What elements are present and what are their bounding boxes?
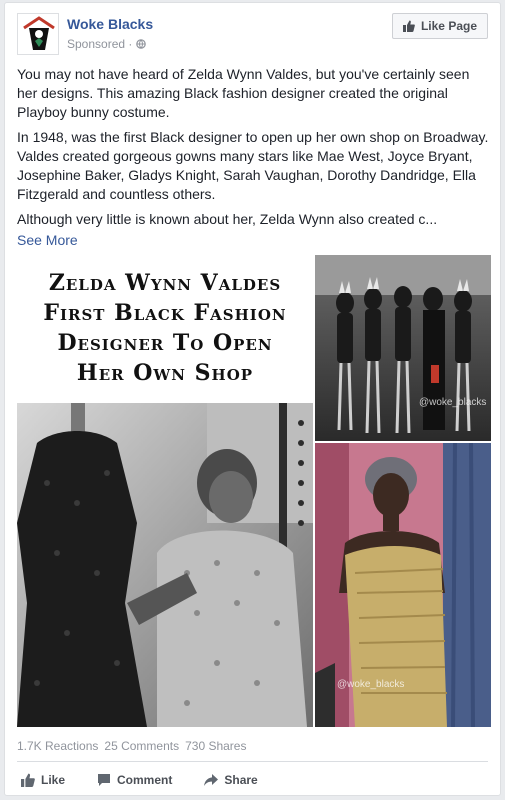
post-text: You may not have heard of Zelda Wynn Val…: [17, 65, 491, 250]
post-paragraph: You may not have heard of Zelda Wynn Val…: [17, 66, 470, 120]
group-photo: @woke_blacks: [315, 255, 491, 441]
gown-photo: @woke_blacks: [315, 443, 491, 727]
like-page-button[interactable]: Like Page: [391, 13, 488, 39]
headline-line: Zelda Wynn Valdes: [48, 270, 282, 296]
thumbs-up-icon: [402, 20, 415, 32]
designer-photo: [17, 403, 313, 727]
share-button[interactable]: Share: [200, 773, 261, 787]
divider: [17, 761, 488, 762]
reactions-count[interactable]: 1.7K Reactions: [17, 739, 98, 753]
sponsored-label: Sponsored ·: [67, 37, 133, 51]
sponsored-post-card: Woke Blacks Sponsored · Like Page You ma…: [4, 2, 501, 796]
woke-blacks-logo: [18, 14, 58, 54]
page-name-link[interactable]: Woke Blacks: [67, 16, 153, 32]
engagement-stats: 1.7K Reactions 25 Comments 730 Shares: [17, 739, 246, 753]
post-image[interactable]: Zelda Wynn Valdes First Black Fashion De…: [17, 255, 491, 727]
comment-button[interactable]: Comment: [93, 773, 176, 787]
post-paragraph: Although very little is known about her,…: [17, 211, 438, 227]
like-label: Like: [41, 773, 66, 787]
see-more-link[interactable]: See More: [17, 231, 491, 250]
globe-icon[interactable]: [136, 39, 147, 49]
like-page-label: Like Page: [420, 19, 477, 33]
thumbs-up-icon: [21, 773, 35, 787]
image-watermark: @woke_blacks: [419, 397, 487, 408]
headline-line: Designer To Open: [57, 330, 273, 356]
image-watermark: @woke_blacks: [337, 679, 405, 690]
post-actions: Like Comment Share: [17, 767, 488, 793]
post-paragraph: In 1948, was the first Black designer to…: [17, 129, 489, 202]
headline-line: Her Own Shop: [76, 360, 254, 386]
page-avatar[interactable]: [17, 13, 59, 55]
image-headline: Zelda Wynn Valdes First Black Fashion De…: [17, 255, 313, 401]
speech-bubble-icon: [98, 774, 111, 786]
headline-line: First Black Fashion: [43, 300, 287, 326]
share-label: Share: [224, 773, 258, 787]
like-button[interactable]: Like: [17, 773, 69, 787]
shares-count[interactable]: 730 Shares: [185, 739, 246, 753]
comment-label: Comment: [117, 773, 173, 787]
share-arrow-icon: [204, 774, 219, 786]
post-header: Woke Blacks Sponsored · Like Page: [17, 13, 488, 59]
sponsored-meta: Sponsored ·: [67, 37, 147, 51]
comments-count[interactable]: 25 Comments: [104, 739, 179, 753]
